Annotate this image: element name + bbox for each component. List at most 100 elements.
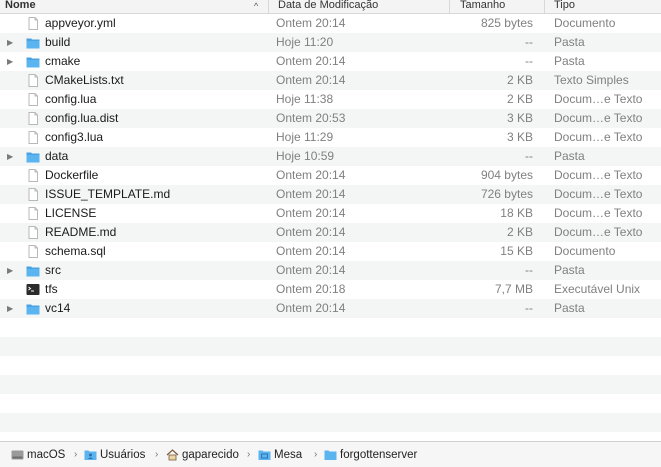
disclosure-triangle-icon[interactable]: ▶ bbox=[7, 261, 13, 280]
file-name: Dockerfile bbox=[45, 168, 99, 182]
empty-row bbox=[0, 356, 661, 375]
disclosure-triangle-icon[interactable]: ▶ bbox=[7, 52, 13, 71]
column-header-kind[interactable]: Tipo bbox=[544, 0, 661, 13]
file-kind: Pasta bbox=[554, 35, 585, 49]
disclosure-triangle-icon[interactable]: ▶ bbox=[7, 33, 13, 52]
file-name: LICENSE bbox=[45, 206, 97, 220]
file-size: -- bbox=[525, 54, 533, 68]
folder-icon bbox=[26, 302, 40, 315]
file-kind: Docum…e Texto bbox=[554, 168, 643, 182]
document-icon bbox=[26, 245, 40, 258]
empty-row bbox=[0, 375, 661, 394]
file-date-modified: Ontem 20:14 bbox=[276, 168, 346, 182]
file-name: cmake bbox=[45, 54, 81, 68]
folder-icon bbox=[26, 55, 40, 68]
file-size: -- bbox=[525, 263, 533, 277]
path-separator-icon: › bbox=[155, 449, 159, 460]
file-name: config.lua bbox=[45, 92, 97, 106]
file-kind: Docum…e Texto bbox=[554, 187, 643, 201]
file-kind: Pasta bbox=[554, 263, 585, 277]
file-size: -- bbox=[525, 301, 533, 315]
file-kind: Pasta bbox=[554, 301, 585, 315]
file-date-modified: Ontem 20:14 bbox=[276, 73, 346, 87]
file-date-modified: Ontem 20:14 bbox=[276, 54, 346, 68]
file-size: 904 bytes bbox=[480, 168, 533, 182]
column-header-name[interactable]: Nome bbox=[0, 0, 268, 13]
file-name: config.lua.dist bbox=[45, 111, 119, 125]
file-date-modified: Ontem 20:14 bbox=[276, 16, 346, 30]
document-icon bbox=[26, 112, 40, 125]
folder-icon bbox=[26, 36, 40, 49]
file-name: config3.lua bbox=[45, 130, 104, 144]
file-row[interactable]: tfs Ontem 20:18 7,7 MB Executável Unix bbox=[0, 280, 661, 299]
file-row[interactable]: appveyor.yml Ontem 20:14 825 bytes Document… bbox=[0, 14, 661, 33]
path-item-label: Usuários bbox=[100, 449, 146, 461]
file-name: ISSUE_TEMPLATE.md bbox=[45, 187, 171, 201]
document-icon bbox=[26, 169, 40, 182]
empty-row bbox=[0, 394, 661, 413]
path-separator-icon: › bbox=[247, 449, 251, 460]
file-date-modified: Ontem 20:14 bbox=[276, 187, 346, 201]
file-size: -- bbox=[525, 149, 533, 163]
file-list: appveyor.yml Ontem 20:14 825 bytes Document… bbox=[0, 14, 661, 432]
file-row[interactable]: schema.sql Ontem 20:14 15 KB Documento bbox=[0, 242, 661, 261]
file-name: build bbox=[45, 35, 71, 49]
folder-row[interactable]: ▶ src Ontem 20:14 -- Pasta bbox=[0, 261, 661, 280]
file-kind: Docum…e Texto bbox=[554, 111, 643, 125]
file-row[interactable]: config.lua.dist Ontem 20:53 3 KB Docum…e Te… bbox=[0, 109, 661, 128]
path-item-label: macOS bbox=[27, 449, 66, 461]
file-size: 15 KB bbox=[500, 244, 533, 258]
column-header-bar: Nome ^ Data de Modificação Tamanho Tipo bbox=[0, 0, 661, 14]
folder-row[interactable]: ▶ build Hoje 11:20 -- Pasta bbox=[0, 33, 661, 52]
file-row[interactable]: Dockerfile Ontem 20:14 904 bytes Docum…e Te… bbox=[0, 166, 661, 185]
folder-icon bbox=[26, 264, 40, 277]
document-icon bbox=[26, 93, 40, 106]
file-size: 825 bytes bbox=[480, 16, 533, 30]
file-size: 2 KB bbox=[506, 92, 533, 106]
disclosure-triangle-icon[interactable]: ▶ bbox=[7, 299, 13, 318]
file-row[interactable]: CMakeLists.txt Ontem 20:14 2 KB Texto Simpl… bbox=[0, 71, 661, 90]
file-size: 3 KB bbox=[506, 130, 533, 144]
file-kind: Pasta bbox=[554, 54, 585, 68]
file-name: appveyor.yml bbox=[45, 16, 116, 30]
file-kind: Executável Unix bbox=[554, 282, 641, 296]
file-date-modified: Ontem 20:53 bbox=[276, 111, 346, 125]
file-name: data bbox=[45, 149, 69, 163]
empty-row bbox=[0, 413, 661, 432]
document-icon bbox=[26, 188, 40, 201]
file-date-modified: Ontem 20:14 bbox=[276, 301, 346, 315]
file-date-modified: Hoje 11:20 bbox=[276, 35, 334, 49]
file-size: 2 KB bbox=[506, 73, 533, 87]
file-row[interactable]: config.lua Hoje 11:38 2 KB Docum…e Texto bbox=[0, 90, 661, 109]
file-row[interactable]: ISSUE_TEMPLATE.md Ontem 20:14 726 bytes Doc… bbox=[0, 185, 661, 204]
file-date-modified: Ontem 20:18 bbox=[276, 282, 346, 296]
document-icon bbox=[26, 226, 40, 239]
file-size: -- bbox=[525, 35, 533, 49]
file-kind: Docum…e Texto bbox=[554, 206, 643, 220]
column-header-date-modified[interactable]: Data de Modificação bbox=[268, 0, 449, 13]
file-date-modified: Hoje 11:29 bbox=[276, 130, 334, 144]
file-name: tfs bbox=[45, 282, 58, 296]
terminal-executable-icon bbox=[26, 283, 40, 296]
column-header-size[interactable]: Tamanho bbox=[449, 0, 544, 13]
disclosure-triangle-icon[interactable]: ▶ bbox=[7, 147, 13, 166]
file-size: 3 KB bbox=[506, 111, 533, 125]
path-bar: macOS › Usuários › gaparecido › Mesa › forgotten… bbox=[0, 441, 661, 467]
file-size: 18 KB bbox=[500, 206, 533, 220]
file-kind: Documento bbox=[554, 244, 616, 258]
empty-row bbox=[0, 318, 661, 337]
file-row[interactable]: config3.lua Hoje 11:29 3 KB Docum…e Texto bbox=[0, 128, 661, 147]
file-date-modified: Ontem 20:14 bbox=[276, 206, 346, 220]
file-size: 2 KB bbox=[506, 225, 533, 239]
file-date-modified: Hoje 11:38 bbox=[276, 92, 334, 106]
file-name: README.md bbox=[45, 225, 117, 239]
folder-row[interactable]: ▶ cmake Ontem 20:14 -- Pasta bbox=[0, 52, 661, 71]
file-row[interactable]: README.md Ontem 20:14 2 KB Docum…e Texto bbox=[0, 223, 661, 242]
path-separator-icon: › bbox=[314, 449, 318, 460]
file-row[interactable]: LICENSE Ontem 20:14 18 KB Docum…e Texto bbox=[0, 204, 661, 223]
folder-row[interactable]: ▶ vc14 Ontem 20:14 -- Pasta bbox=[0, 299, 661, 318]
sort-ascending-icon[interactable]: ^ bbox=[254, 1, 258, 11]
file-date-modified: Ontem 20:14 bbox=[276, 263, 346, 277]
folder-row[interactable]: ▶ data Hoje 10:59 -- Pasta bbox=[0, 147, 661, 166]
file-kind: Pasta bbox=[554, 149, 585, 163]
